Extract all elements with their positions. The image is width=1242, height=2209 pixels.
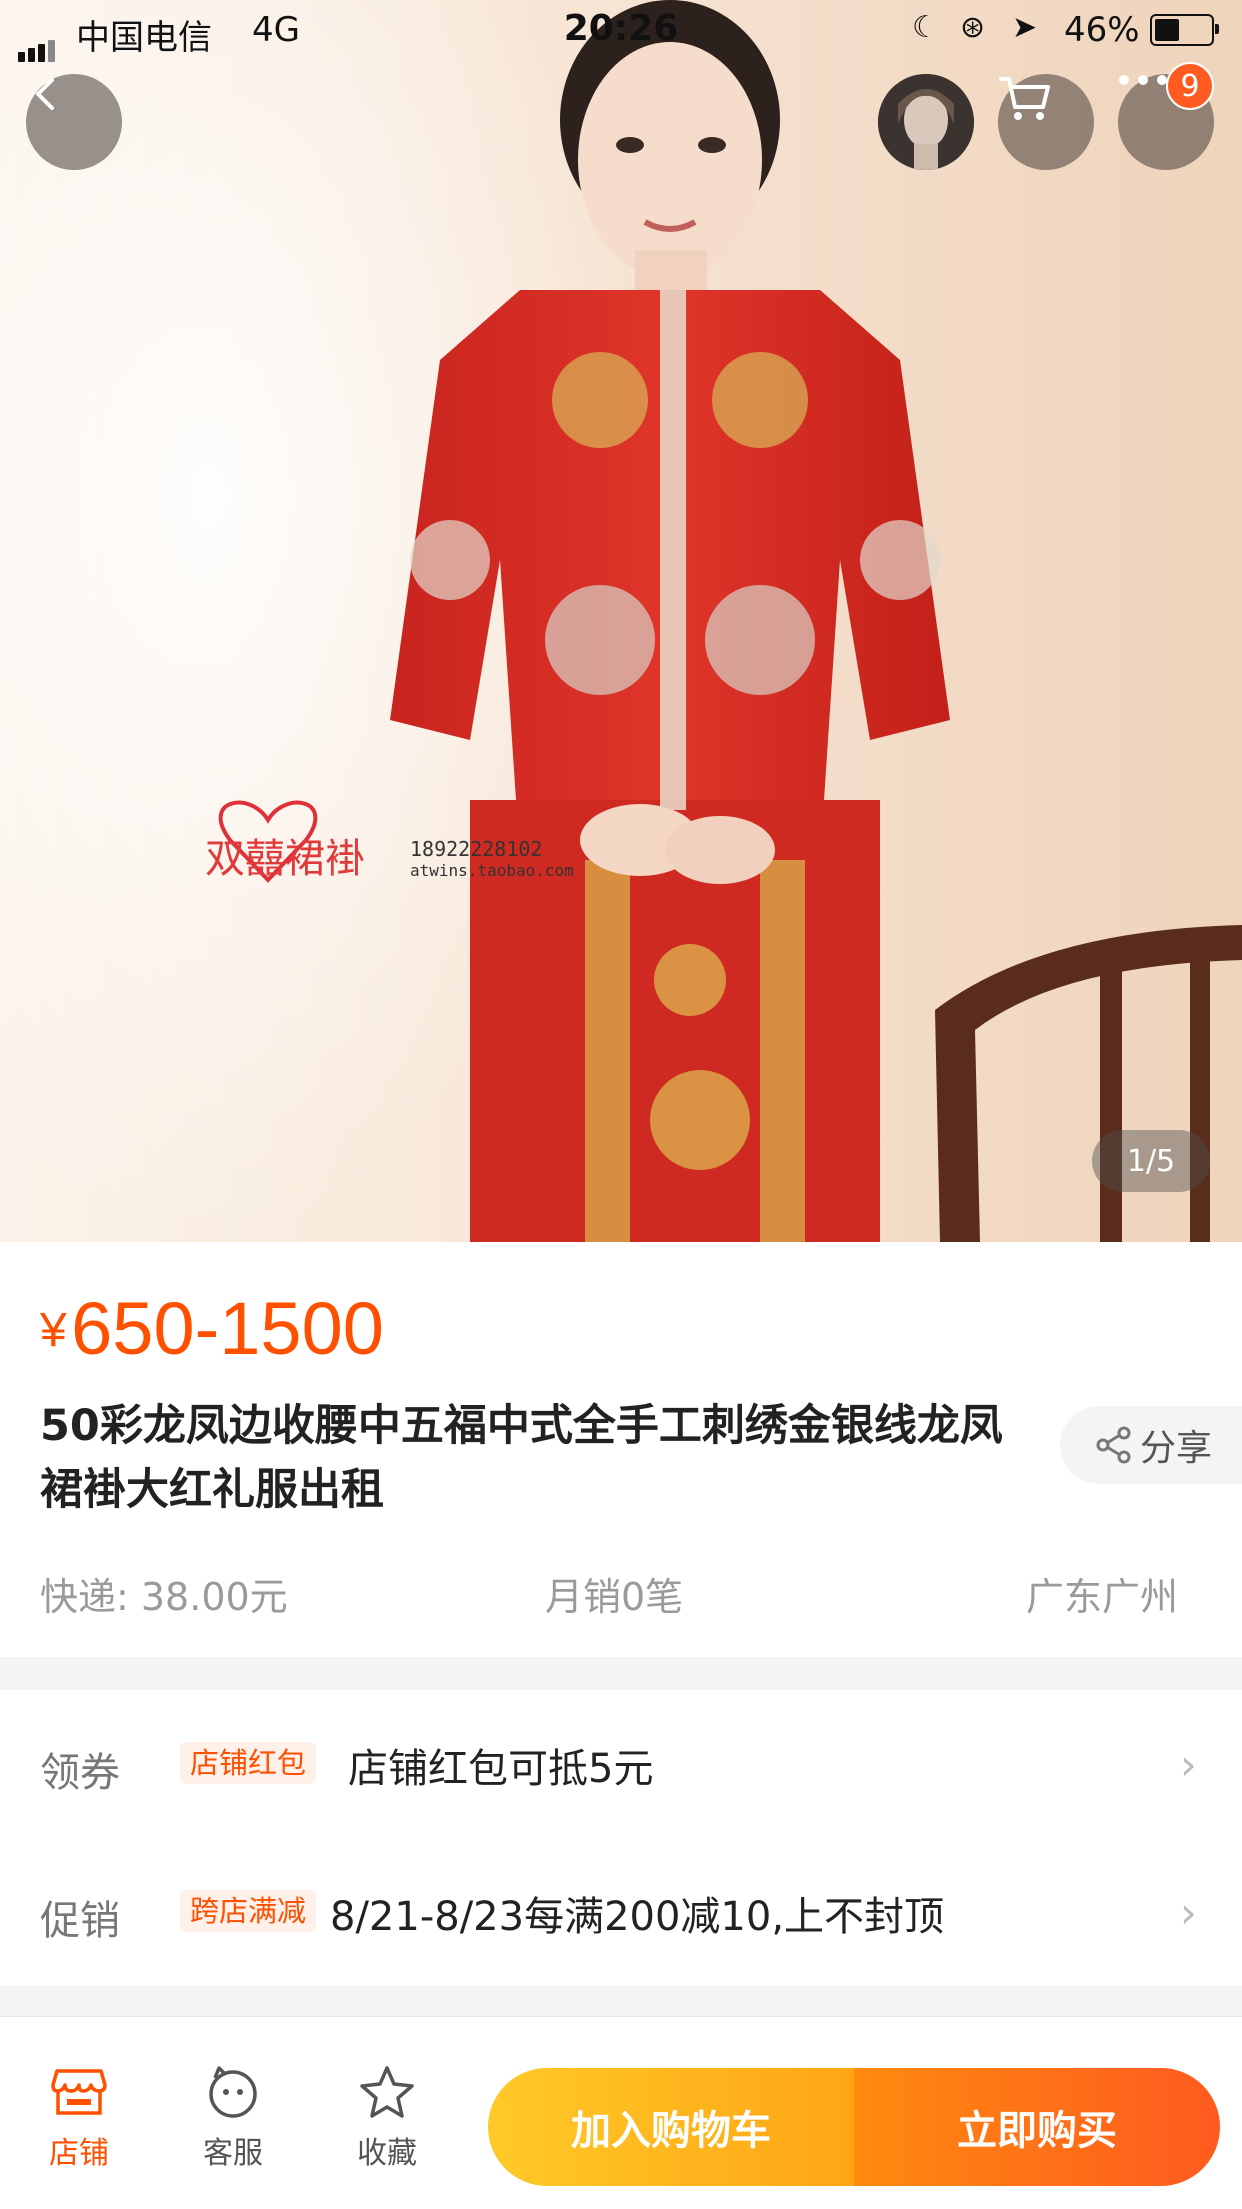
share-icon (1096, 1426, 1131, 1464)
battery-icon (1150, 14, 1219, 46)
share-button[interactable]: 分享 (1060, 1406, 1242, 1484)
clock: 20:26 (563, 8, 679, 49)
tab-store[interactable]: 店铺 (24, 2060, 134, 2172)
rotation-lock-icon: ⊛ (960, 10, 986, 45)
watermark-phone: 18922228102 (410, 837, 542, 861)
store-icon (51, 2069, 107, 2115)
tab-customer-service-label: 客服 (203, 2136, 263, 2171)
tab-customer-service[interactable]: 客服 (178, 2060, 288, 2172)
promotion-text: 8/21-8/23每满200减10,上不封顶 (330, 1894, 945, 1940)
promotion-row[interactable]: 促销 跨店满减 8/21-8/23每满200减10,上不封顶 › (0, 1838, 1242, 1986)
tab-favorite[interactable]: 收藏 (332, 2060, 442, 2172)
location-icon: ➤ (1012, 10, 1038, 45)
watermark-brand: 双囍裙褂 (205, 836, 365, 882)
price-range: 650-1500 (71, 1287, 384, 1370)
share-label: 分享 (1140, 1428, 1213, 1469)
shop-avatar-button[interactable] (878, 74, 974, 170)
product-photo: 双囍裙褂 18922228102 atwins.taobao.com (0, 0, 1242, 1242)
monthly-sales: 月销0笔 (545, 1575, 684, 1619)
chevron-right-icon: › (1180, 1888, 1197, 1937)
promotion-label: 促销 (40, 1898, 120, 1944)
tab-store-label: 店铺 (49, 2136, 109, 2171)
shipping-fee: 快递: 38.00元 (40, 1575, 288, 1619)
price: ¥ 650-1500 (40, 1286, 384, 1371)
ship-from-location: 广东广州 (1026, 1575, 1179, 1619)
coupon-tag: 店铺红包 (180, 1742, 317, 1784)
status-bar: 中国电信 4G 20:26 ☾ ⊛ ➤ 46% (0, 0, 1242, 62)
avatar (878, 74, 974, 170)
product-image-gallery[interactable]: 双囍裙褂 18922228102 atwins.taobao.com 中国电信 … (0, 0, 1242, 1242)
coupon-row[interactable]: 领券 店铺红包 店铺红包可抵5元 › (0, 1690, 1242, 1838)
image-counter: 1/5 (1092, 1130, 1210, 1192)
customer-service-icon (209, 2066, 257, 2118)
star-icon (360, 2066, 414, 2118)
tab-favorite-label: 收藏 (357, 2136, 417, 2171)
cart-icon (999, 77, 1050, 120)
product-title: 50彩龙凤边收腰中五福中式全手工刺绣金银线龙凤裙褂大红礼服出租 (40, 1401, 1003, 1515)
coupon-label: 领券 (40, 1750, 120, 1796)
chevron-right-icon: › (1180, 1740, 1197, 1789)
moon-icon: ☾ (912, 10, 939, 45)
watermark-url: atwins.taobao.com (410, 861, 574, 880)
back-icon (36, 78, 54, 110)
battery-percent: 46% (1064, 10, 1140, 50)
buy-now-button[interactable]: 立即购买 (854, 2068, 1220, 2186)
coupon-text: 店铺红包可抵5元 (348, 1746, 654, 1792)
message-badge: 9 (1166, 62, 1214, 110)
add-to-cart-button[interactable]: 加入购物车 (488, 2068, 854, 2186)
cart-button[interactable] (998, 74, 1094, 170)
currency-symbol: ¥ (40, 1304, 67, 1357)
more-icon (1119, 75, 1167, 85)
promotion-tag: 跨店满减 (180, 1890, 317, 1932)
back-button[interactable] (26, 74, 122, 170)
purchase-buttons: 加入购物车 立即购买 (488, 2068, 1220, 2186)
promotions-card: 领券 店铺红包 店铺红包可抵5元 › 促销 跨店满减 8/21-8/23每满20… (0, 1690, 1242, 1986)
